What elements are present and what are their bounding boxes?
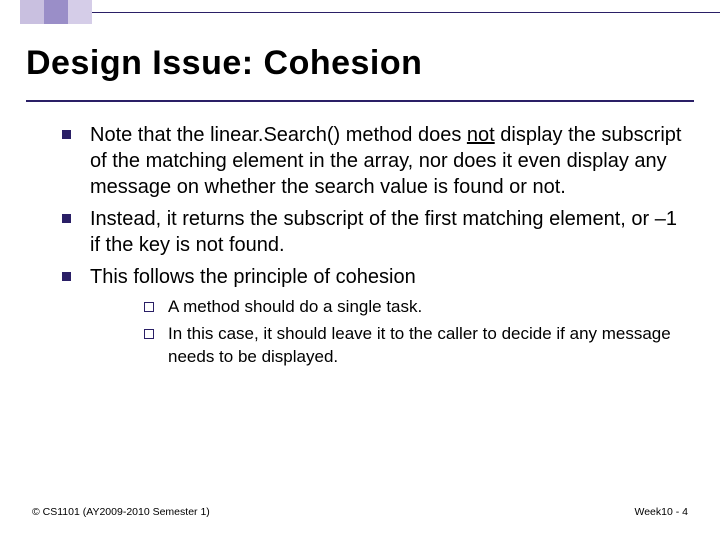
header-decoration [20,0,92,24]
sub-bullet-item: A method should do a single task. [132,296,688,319]
footer-left: © CS1101 (AY2009-2010 Semester 1) [32,506,210,518]
bullet-item: Note that the linear.Search() method doe… [48,122,688,200]
title-underline [26,100,694,102]
bullet-list: Note that the linear.Search() method doe… [48,122,688,369]
deco-square [68,0,92,24]
sub-bullet-list: A method should do a single task. In thi… [132,296,688,369]
underlined-text: not [467,124,495,146]
deco-square [44,0,68,24]
slide-body: Note that the linear.Search() method doe… [48,122,688,375]
sub-bullet-item: In this case, it should leave it to the … [132,323,688,369]
bullet-item: Instead, it returns the subscript of the… [48,206,688,258]
footer-right: Week10 - 4 [635,506,689,518]
deco-line [92,12,720,13]
slide-footer: © CS1101 (AY2009-2010 Semester 1) Week10… [32,506,688,518]
slide-title: Design Issue: Cohesion [26,44,422,83]
deco-square [20,0,44,24]
bullet-text: Note that the linear.Search() method doe… [90,124,467,146]
bullet-text: This follows the principle of cohesion [90,266,416,288]
bullet-item: This follows the principle of cohesion A… [48,264,688,369]
